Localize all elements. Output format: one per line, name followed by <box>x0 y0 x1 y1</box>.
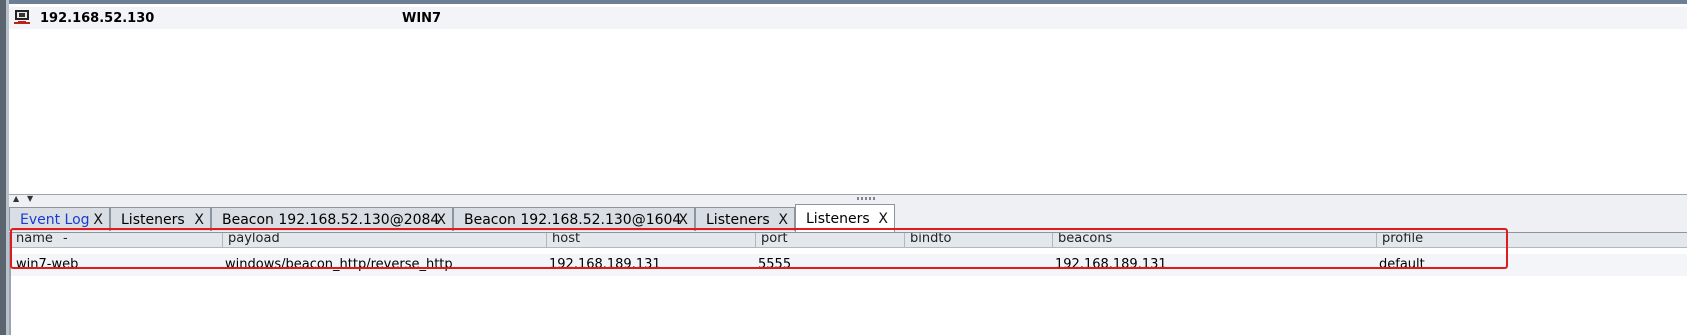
tab-label: Listeners <box>121 211 185 228</box>
tab-label: Listeners <box>806 210 870 227</box>
close-icon[interactable]: X <box>778 212 788 228</box>
tab-listeners-active[interactable]: Listeners X <box>795 204 895 232</box>
cell-port: 5555 <box>758 257 792 272</box>
cell-name: win7-web <box>16 257 79 272</box>
session-row[interactable]: 192.168.52.130 WIN7 <box>9 7 1687 29</box>
cell-payload: windows/beacon_http/reverse_http <box>225 257 453 272</box>
close-icon[interactable]: X <box>436 212 446 228</box>
session-internal-ip: 192.168.52.130 <box>40 11 155 26</box>
tab-beacon-1604[interactable]: Beacon 192.168.52.130@1604 X <box>453 207 695 231</box>
column-header-name[interactable]: name - <box>11 233 222 247</box>
cell-beacons: 192.168.189.131 <box>1055 257 1167 272</box>
tab-label: Beacon 192.168.52.130@2084 <box>222 211 440 228</box>
tab-label: Event Log <box>20 211 90 228</box>
column-header-profile[interactable]: profile <box>1376 233 1687 247</box>
tab-beacon-2084[interactable]: Beacon 192.168.52.130@2084 X <box>211 207 453 231</box>
close-icon[interactable]: X <box>878 211 888 227</box>
column-header-host[interactable]: host <box>546 233 755 247</box>
table-header: name - payload host port bindto beacons … <box>11 233 1687 248</box>
listeners-table: name - payload host port bindto beacons … <box>9 233 1687 335</box>
session-computer: WIN7 <box>402 11 442 26</box>
tab-listeners[interactable]: Listeners X <box>695 207 795 231</box>
sort-icon: - <box>63 233 68 246</box>
computer-icon <box>14 10 30 24</box>
column-header-payload[interactable]: payload <box>222 233 546 247</box>
splitter-grip[interactable] <box>857 197 877 200</box>
column-header-port[interactable]: port <box>755 233 904 247</box>
tab-event-log[interactable]: Event Log X <box>9 207 110 231</box>
close-icon[interactable]: X <box>194 212 204 228</box>
tab-listeners[interactable]: Listeners X <box>110 207 211 231</box>
tab-label: Listeners <box>706 211 770 228</box>
column-header-beacons[interactable]: beacons <box>1052 233 1376 247</box>
close-icon[interactable]: X <box>93 212 103 228</box>
table-row[interactable]: win7-web windows/beacon_http/reverse_htt… <box>11 254 1687 276</box>
cell-profile: default <box>1379 257 1425 272</box>
close-icon[interactable]: X <box>678 212 688 228</box>
column-label: name <box>16 233 53 246</box>
sessions-table: 192.168.52.130 WIN7 <box>9 4 1687 194</box>
tab-bar: Event Log X Listeners X Beacon 192.168.5… <box>9 202 1687 233</box>
cell-host: 192.168.189.131 <box>549 257 661 272</box>
tab-label: Beacon 192.168.52.130@1604 <box>464 211 682 228</box>
column-header-bindto[interactable]: bindto <box>904 233 1052 247</box>
